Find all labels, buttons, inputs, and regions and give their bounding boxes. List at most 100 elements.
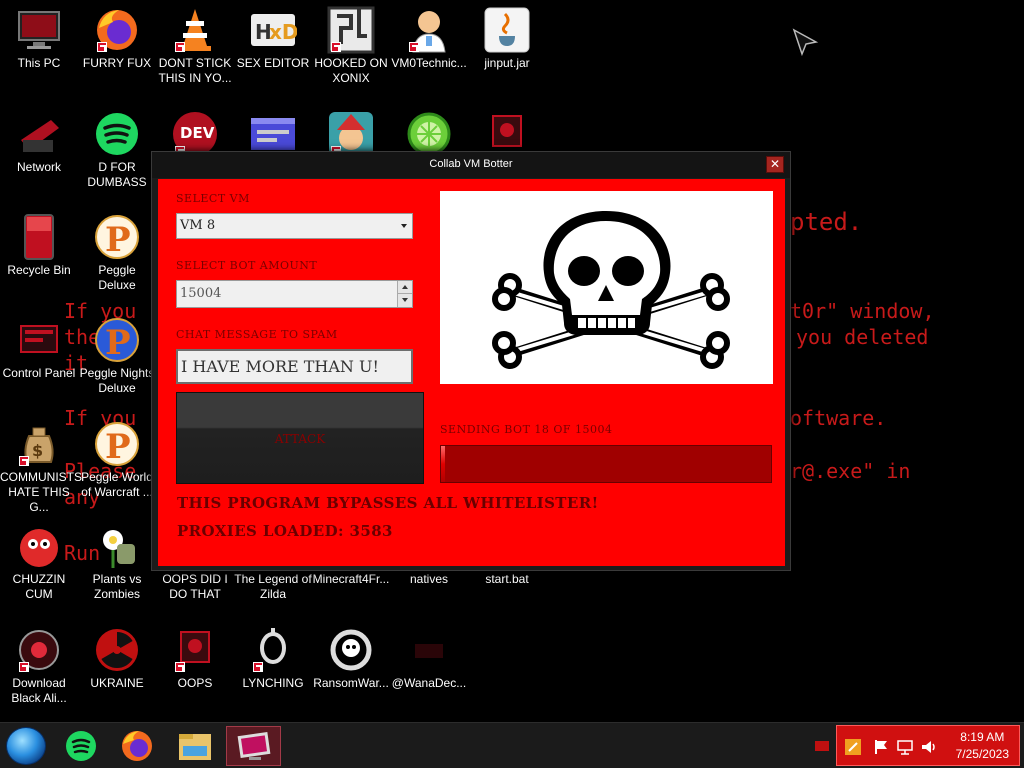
desktop-icon-sex-editor[interactable]: HxD SEX EDITOR: [234, 6, 312, 71]
flag-icon[interactable]: [873, 739, 889, 755]
shortcut-arrow-icon: [19, 662, 29, 672]
noose-icon: [249, 626, 297, 674]
arrow-up-icon: [402, 285, 408, 289]
icon-label: natives: [409, 572, 449, 586]
peggle-wow-icon: P: [93, 420, 141, 468]
start-button[interactable]: [6, 727, 46, 765]
svg-text:P: P: [105, 427, 131, 467]
progress-label: SENDING BOT 18 OF 15004: [440, 423, 613, 436]
shortcut-arrow-icon: [19, 456, 29, 466]
show-hidden-icons-button[interactable]: [815, 741, 829, 751]
peggle-nights-icon: P: [93, 316, 141, 364]
icon-label: COMMUNISTS HATE THIS G...: [0, 470, 82, 514]
hxd-icon: HxD: [249, 6, 299, 54]
icon-label: Plants vs Zombies: [92, 572, 142, 601]
bad-monitor-icon: [237, 732, 271, 760]
desktop-icon-communists[interactable]: $ COMMUNISTS HATE THIS G...: [0, 420, 82, 515]
desktop-icon-hooked-on-xonix[interactable]: HOOKED ON XONIX: [312, 6, 390, 86]
desktop-icon-vm0technic[interactable]: VM0Technic...: [390, 6, 468, 71]
svg-text:P: P: [105, 220, 131, 260]
network-icon[interactable]: [897, 739, 913, 755]
mouse-cursor-icon: [792, 28, 819, 57]
firefox-icon: [122, 731, 152, 761]
chevron-down-icon: [401, 224, 407, 228]
desktop-icon-lynching[interactable]: LYNCHING: [234, 626, 312, 691]
desktop-icon-d-for-dumbass[interactable]: D FOR DUMBASS: [78, 110, 156, 190]
desktop-icon-black-ali[interactable]: Download Black Ali...: [0, 626, 78, 706]
taskbar-item-file-explorer[interactable]: [169, 726, 221, 766]
desktop-icon-pvz[interactable]: Plants vs Zombies: [78, 522, 156, 602]
svg-text:DEV: DEV: [180, 124, 215, 142]
icon-label: D FOR DUMBASS: [87, 160, 147, 189]
spin-down-button[interactable]: [397, 294, 412, 307]
chat-message-input[interactable]: I HAVE MORE THAN U!: [176, 349, 413, 384]
spotify-icon: [66, 731, 96, 761]
collab-vm-botter-window: Collab VM Botter ✕ SELECT VM VM 8 SELECT…: [151, 151, 791, 571]
firefox-icon: [93, 6, 141, 54]
chuzzle-icon: [15, 522, 63, 570]
shortcut-arrow-icon: [175, 42, 185, 52]
icon-label: The Legend of Zilda: [234, 572, 312, 601]
radiation-icon: [93, 626, 141, 674]
window-client-area: SELECT VM VM 8 SELECT BOT AMOUNT 15004 C…: [158, 179, 785, 566]
icon-label: FURRY FUX: [82, 56, 152, 70]
sending-progress-bar: [440, 445, 772, 483]
desktop-icon-peggle-deluxe[interactable]: P Peggle Deluxe: [78, 213, 156, 293]
clock-time: 8:19 AM: [960, 730, 1005, 744]
monitor-icon: [15, 6, 63, 54]
desktop-icon-oops[interactable]: OOPS: [156, 626, 234, 691]
maze-icon: [327, 6, 375, 54]
icon-label: @WanaDec...: [391, 676, 467, 690]
bot-amount-value: 15004: [180, 286, 222, 301]
desktop-icon-furry-fux[interactable]: FURRY FUX: [78, 6, 156, 71]
icon-label: OOPS: [177, 676, 213, 690]
desktop-icon-dont-stick[interactable]: DONT STICK THIS IN YO...: [156, 6, 234, 86]
icon-label: Minecraft4Fr...: [312, 572, 390, 586]
desktop-icon-wanadec[interactable]: @WanaDec...: [390, 626, 468, 691]
progress-fill: [441, 446, 445, 482]
vm-select[interactable]: VM 8: [176, 213, 413, 239]
red-app-icon: [171, 626, 219, 674]
system-tray: 8:19 AM 7/25/2023: [836, 725, 1020, 766]
clock-date: 7/25/2023: [955, 747, 1009, 761]
icon-label: Download Black Ali...: [11, 676, 67, 705]
svg-text:P: P: [105, 323, 131, 363]
desktop-icon-ransomware[interactable]: RansomWar...: [312, 626, 390, 691]
desktop-icon-network[interactable]: Network: [0, 110, 78, 175]
shortcut-arrow-icon: [409, 42, 419, 52]
vlc-cone-icon: [171, 6, 219, 54]
taskbar-item-firefox[interactable]: [111, 726, 163, 766]
shortcut-arrow-icon: [331, 42, 341, 52]
desktop-icon-chuzzin[interactable]: CHUZZIN CUM: [0, 522, 78, 602]
desktop-icon-peggle-nights[interactable]: P Peggle Nights Deluxe: [78, 316, 156, 396]
clock[interactable]: 8:19 AM 7/25/2023: [956, 729, 1009, 763]
icon-label: RansomWar...: [313, 676, 389, 690]
arrow-down-icon: [402, 298, 408, 302]
close-button[interactable]: ✕: [766, 156, 784, 173]
bg-line: r@.exe" in: [790, 459, 911, 483]
window-titlebar[interactable]: Collab VM Botter ✕: [152, 152, 790, 178]
desktop-icon-ukraine[interactable]: UKRAINE: [78, 626, 156, 691]
black-ali-icon: [15, 626, 63, 674]
icon-label: Network: [16, 160, 61, 174]
app-tray-icon[interactable]: [845, 739, 861, 755]
bot-amount-stepper[interactable]: 15004: [176, 280, 413, 308]
spin-up-button[interactable]: [397, 281, 412, 294]
desktop-icon-recycle-bin[interactable]: Recycle Bin: [0, 213, 78, 278]
desktop-icon-peggle-wow[interactable]: P Peggle World of Warcraft ...: [78, 420, 156, 500]
doctor-icon: [405, 6, 453, 54]
taskbar-item-bad-monitor[interactable]: [226, 726, 281, 766]
taskbar-item-spotify[interactable]: [55, 726, 107, 766]
network-icon: [15, 110, 63, 158]
icon-label: jinput.jar: [484, 56, 530, 70]
speaker-icon[interactable]: [921, 739, 937, 755]
desktop-icon-control-panel[interactable]: Control Panel: [0, 316, 78, 381]
desktop-icon-this-pc[interactable]: This PC: [0, 6, 78, 71]
taskbar: 8:19 AM 7/25/2023: [0, 722, 1024, 768]
icon-label: SEX EDITOR: [236, 56, 310, 70]
icon-label: OOPS DID I DO THAT: [162, 572, 228, 601]
icon-label: LYNCHING: [242, 676, 304, 690]
skull-crossbones-icon: [492, 211, 730, 369]
attack-button[interactable]: ATTACK: [176, 392, 424, 484]
desktop-icon-jinput[interactable]: jinput.jar: [468, 6, 546, 71]
